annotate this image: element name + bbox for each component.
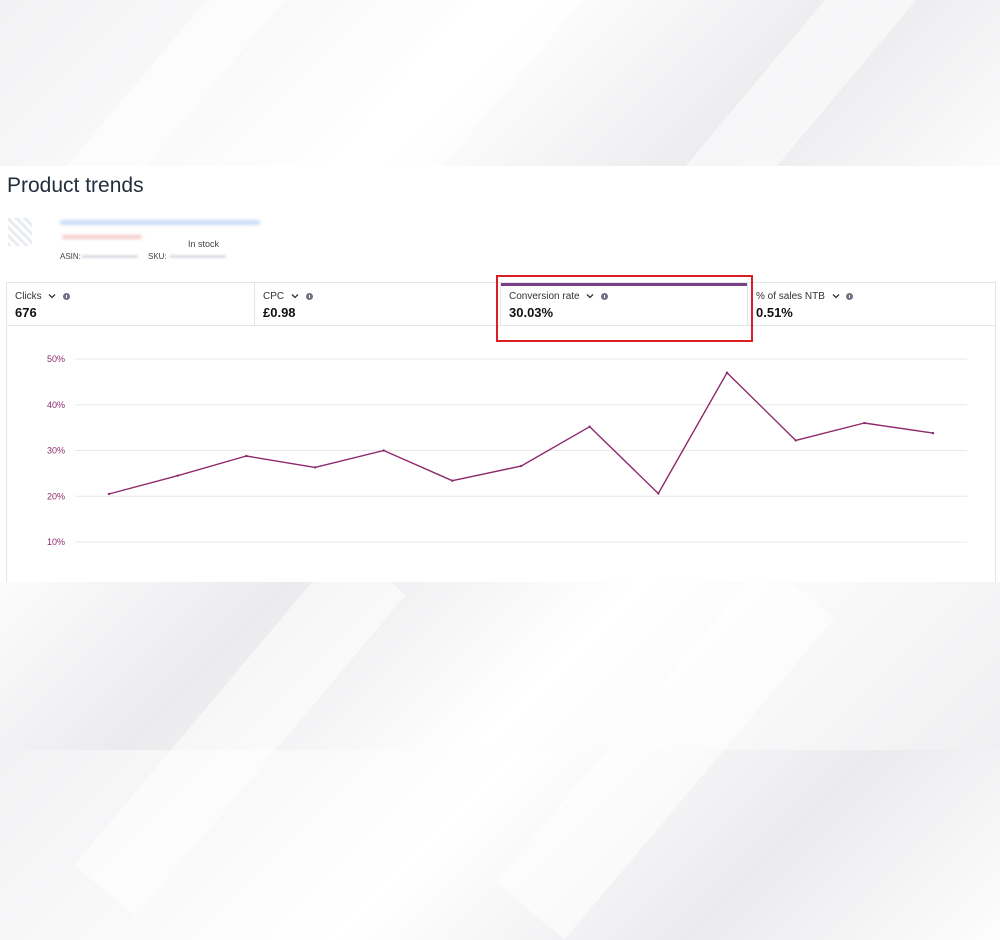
metric-value: £0.98 [263, 305, 296, 320]
y-tick-label: 40% [47, 400, 65, 410]
info-icon[interactable] [846, 292, 854, 300]
y-tick-label: 30% [47, 446, 65, 456]
trend-chart-svg: 50% 40% 30% 20% 10% [47, 354, 967, 547]
data-point[interactable] [107, 492, 111, 496]
sku-label: SKU: [148, 252, 167, 261]
chevron-down-icon[interactable] [832, 292, 840, 300]
data-point[interactable] [382, 449, 385, 452]
product-thumbnail [8, 218, 32, 246]
y-tick-label: 20% [47, 491, 65, 501]
asin-label: ASIN: [60, 252, 81, 261]
active-metric-indicator [501, 283, 748, 286]
data-point[interactable] [931, 431, 935, 435]
info-icon[interactable] [601, 292, 609, 300]
product-rating [62, 235, 142, 239]
data-point[interactable] [519, 464, 523, 468]
metric-label: Conversion rate [509, 291, 580, 302]
chevron-down-icon[interactable] [48, 292, 56, 300]
y-tick-label: 50% [47, 354, 65, 364]
info-icon[interactable] [305, 292, 313, 300]
data-point[interactable] [313, 466, 317, 469]
data-point[interactable] [245, 454, 248, 458]
data-point[interactable] [863, 421, 866, 425]
page-title: Product trends [7, 174, 144, 197]
data-point[interactable] [794, 439, 797, 442]
data-point[interactable] [725, 371, 729, 374]
metric-value: 30.03% [509, 305, 554, 320]
trend-chart: 50% 40% 30% 20% 10% [6, 324, 996, 582]
metric-tile-conversion-rate[interactable]: Conversion rate 30.03% [500, 283, 748, 325]
metric-label: Clicks [15, 291, 42, 302]
data-point[interactable] [451, 479, 454, 482]
sku-value [170, 255, 226, 258]
metric-tile-sales-ntb[interactable]: % of sales NTB 0.51% [747, 283, 994, 325]
product-summary: In stock ASIN: SKU: [8, 214, 278, 262]
product-trends-panel: Product trends In stock ASIN: SKU: Click… [0, 166, 1000, 582]
metric-value: 0.51% [756, 305, 793, 320]
metric-tile-cpc[interactable]: CPC £0.98 [254, 283, 501, 325]
stock-status: In stock [188, 239, 220, 249]
chevron-down-icon[interactable] [586, 292, 594, 300]
y-tick-label: 10% [47, 537, 65, 547]
metric-label: CPC [263, 291, 285, 302]
data-point[interactable] [588, 425, 591, 428]
chevron-down-icon[interactable] [291, 292, 299, 300]
info-icon[interactable] [63, 292, 71, 300]
metric-value: 676 [15, 305, 37, 320]
data-point[interactable] [657, 492, 660, 495]
metric-tile-clicks[interactable]: Clicks 676 [7, 283, 254, 325]
metric-label: % of sales NTB [756, 291, 825, 302]
data-point[interactable] [176, 474, 179, 477]
conversion-rate-line [108, 372, 934, 495]
product-name-link[interactable] [60, 220, 260, 225]
metric-tiles: Clicks 676 CPC £0.98 Conversion rate 30.… [6, 282, 996, 326]
asin-value [82, 255, 138, 258]
